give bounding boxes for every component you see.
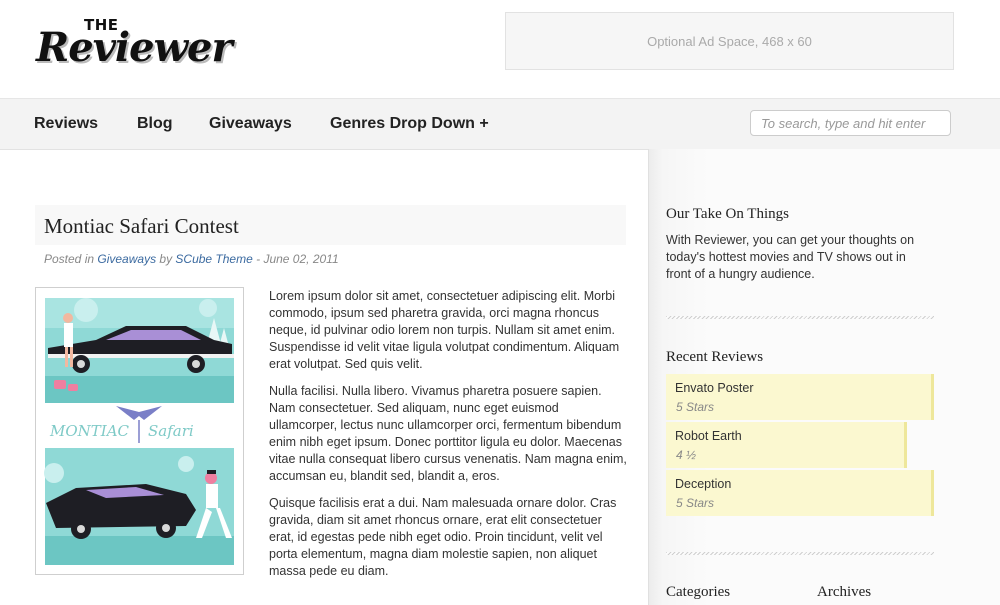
sidebar-divider — [666, 316, 934, 319]
post-paragraph: Nulla facilisi. Nulla libero. Vivamus ph… — [269, 384, 627, 483]
post-title-bar: Montiac Safari Contest — [35, 205, 626, 245]
ad-banner-text: Optional Ad Space, 468 x 60 — [647, 33, 812, 49]
widget-title-categories: Categories — [666, 584, 731, 600]
post-title[interactable]: Montiac Safari Contest — [44, 214, 239, 239]
review-rating: 5 Stars — [676, 496, 715, 510]
recent-review-item[interactable]: Envato Poster 5 Stars — [666, 374, 934, 420]
logo-the-label: THE — [84, 16, 119, 34]
review-title: Robot Earth — [675, 429, 742, 443]
post-body: Lorem ipsum dolor sit amet, consectetuer… — [269, 288, 629, 590]
review-title: Deception — [675, 477, 732, 491]
nav-item-reviews[interactable]: Reviews — [34, 115, 98, 133]
widget-title-archives: Archives — [817, 584, 872, 600]
sidebar-divider — [666, 552, 934, 555]
review-title: Envato Poster — [675, 381, 754, 395]
post-meta-posted-in: Posted in — [44, 252, 98, 266]
site-header: Reviewer THE Optional Ad Space, 468 x 60 — [0, 0, 1000, 98]
post-paragraph: Quisque facilisis erat a dui. Nam malesu… — [269, 496, 617, 578]
nav-item-blog[interactable]: Blog — [137, 115, 173, 133]
search-input[interactable] — [750, 110, 951, 136]
widget-title-recent-reviews: Recent Reviews — [666, 349, 764, 365]
recent-review-item[interactable]: Deception 5 Stars — [666, 470, 934, 516]
recent-review-item[interactable]: Robot Earth 4 ½ — [666, 422, 907, 468]
post-paragraph: Lorem ipsum dolor sit amet, consectetuer… — [269, 289, 620, 371]
post-meta-by: by — [156, 252, 176, 266]
logo-wordmark: Reviewer — [36, 24, 233, 71]
poster-illustration: MONTIAC Safari — [44, 297, 235, 567]
review-rating: 4 ½ — [676, 448, 697, 462]
post-category-link[interactable]: Giveaways — [97, 252, 156, 266]
post-date: - June 02, 2011 — [252, 252, 339, 266]
post-author-link[interactable]: SCube Theme — [175, 252, 252, 266]
post-meta: Posted in Giveaways by SCube Theme - Jun… — [44, 252, 339, 266]
widget-about-text: With Reviewer, you can get your thoughts… — [666, 233, 915, 281]
ad-banner[interactable]: Optional Ad Space, 468 x 60 — [505, 12, 954, 70]
review-rating: 5 Stars — [676, 400, 715, 414]
widget-title-about: Our Take On Things — [666, 206, 789, 222]
site-logo[interactable]: Reviewer THE — [36, 12, 236, 72]
nav-item-genres-dropdown[interactable]: Genres Drop Down + — [330, 115, 489, 133]
main-navigation: Reviews Blog Giveaways Genres Drop Down … — [0, 98, 1000, 150]
poster-title-left: MONTIAC — [49, 422, 130, 440]
nav-item-giveaways[interactable]: Giveaways — [209, 115, 292, 133]
poster-title-right: Safari — [148, 422, 194, 440]
post-image[interactable]: MONTIAC Safari — [35, 287, 244, 575]
